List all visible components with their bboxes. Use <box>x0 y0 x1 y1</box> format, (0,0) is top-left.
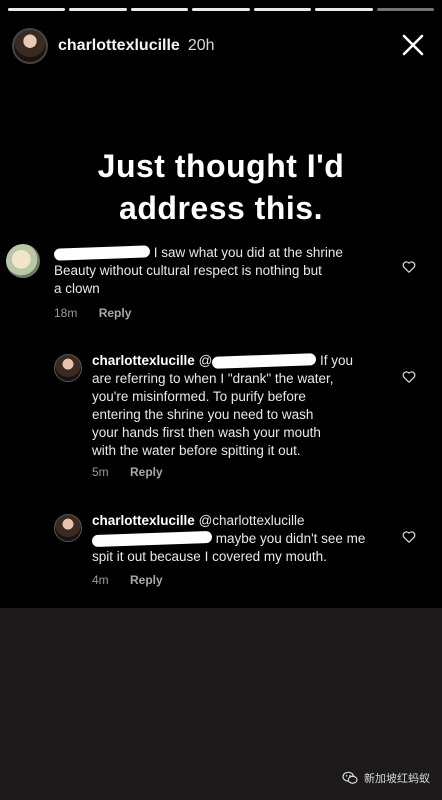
mention[interactable]: @charlottexlucille <box>199 513 305 528</box>
headline-line-1: Just thought I'd <box>97 148 345 184</box>
wechat-icon <box>342 771 358 784</box>
comment-time: 18m <box>54 306 78 320</box>
avatar[interactable] <box>12 28 48 64</box>
watermark-text: 新加坡红蚂蚁 <box>364 773 430 785</box>
comment-3-meta: 4m Reply <box>92 573 163 587</box>
reply-avatar[interactable] <box>54 354 82 382</box>
reply-avatar[interactable] <box>54 514 82 542</box>
story-background-lower: 新加坡红蚂蚁 <box>0 608 442 800</box>
comment-1-meta: 18m Reply <box>54 306 131 320</box>
comment-author[interactable]: charlottexlucille <box>92 353 195 368</box>
story-headline: Just thought I'd address this. <box>0 145 442 229</box>
progress-segment <box>69 8 127 11</box>
comment-2-text: charlottexlucille @ If you are referring… <box>92 352 392 460</box>
story-progress-bar <box>8 8 434 11</box>
comment-1-line-3: a clown <box>54 281 100 296</box>
story-header: charlottexlucille 20h <box>12 26 430 66</box>
comment-2-meta: 5m Reply <box>92 465 163 479</box>
comment-3-line-2: maybe you didn't see me <box>215 531 366 546</box>
reply-button[interactable]: Reply <box>99 306 132 320</box>
comment-3-text: charlottexlucille @charlottexlucille may… <box>91 512 392 566</box>
comment-1-line-2: Beauty without cultural respect is nothi… <box>54 263 322 278</box>
reply-button[interactable]: Reply <box>130 573 163 587</box>
comment-2-line-4: entering the shrine you need to wash <box>92 407 314 422</box>
heart-icon[interactable] <box>402 530 416 544</box>
comment-1-text: I saw what you did at the shrine Beauty … <box>53 244 394 298</box>
comment-3-line-3: spit it out because I covered my mouth. <box>92 549 327 564</box>
progress-segment <box>192 8 250 11</box>
redacted-username <box>91 531 213 548</box>
heart-icon[interactable] <box>402 260 416 274</box>
username[interactable]: charlottexlucille <box>58 37 180 55</box>
progress-segment <box>130 8 189 11</box>
comment-2-line-6: with the water before spitting it out. <box>92 443 301 458</box>
comment-2-line-2: are referring to when I "drank" the wate… <box>92 371 334 386</box>
comment-2-line-5: your hands first then wash your mouth <box>92 425 321 440</box>
headline-line-2: address this. <box>119 190 323 226</box>
redacted-username <box>53 245 151 262</box>
heart-icon[interactable] <box>402 370 416 384</box>
comment-screenshot: I saw what you did at the shrine Beauty … <box>0 236 442 608</box>
redacted-username <box>212 353 317 370</box>
mention-prefix: @ <box>198 353 213 368</box>
close-icon[interactable] <box>396 28 430 62</box>
comment-time: 4m <box>92 573 109 587</box>
post-time: 20h <box>187 37 215 54</box>
watermark: 新加坡红蚂蚁 <box>342 770 430 786</box>
commenter-avatar[interactable] <box>6 244 40 278</box>
comment-2-line-1: If you <box>320 353 354 368</box>
progress-segment <box>376 8 434 11</box>
progress-segment <box>315 8 373 11</box>
comment-time: 5m <box>92 465 109 479</box>
comment-2-line-3: you're misinformed. To purify before <box>92 389 306 404</box>
progress-segment <box>253 8 312 11</box>
comment-author[interactable]: charlottexlucille <box>92 513 195 528</box>
comment-1-line-1: I saw what you did at the shrine <box>153 245 343 260</box>
reply-button[interactable]: Reply <box>130 465 163 479</box>
progress-segment <box>8 8 66 11</box>
